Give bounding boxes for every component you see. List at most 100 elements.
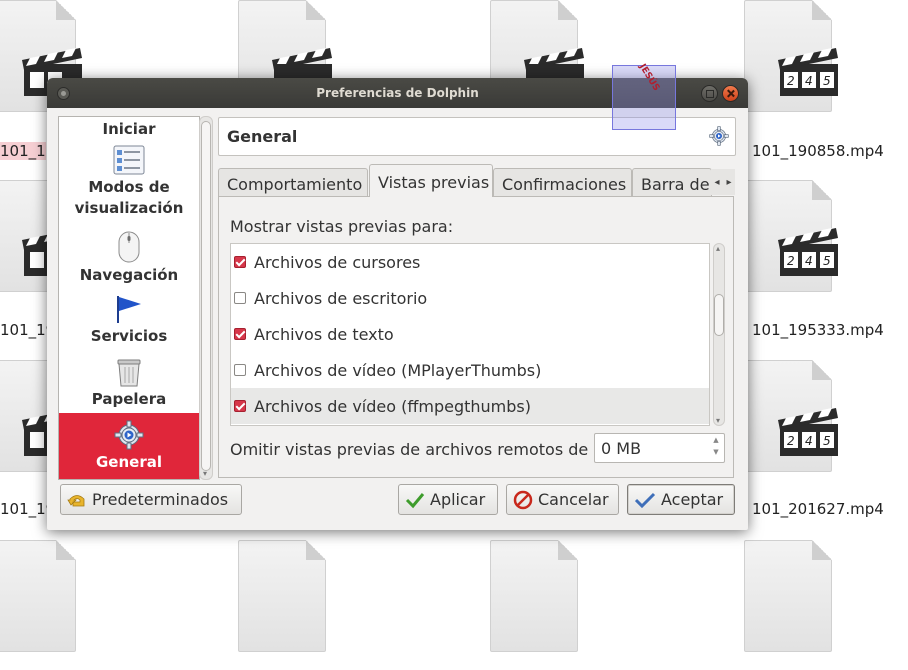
gear-icon <box>114 420 144 450</box>
sidebar-item-label: Servicios <box>90 327 168 345</box>
svg-text:2: 2 <box>787 74 795 88</box>
list-item-label: Archivos de vídeo (MPlayerThumbs) <box>254 360 542 380</box>
svg-text:5: 5 <box>823 254 831 268</box>
scrollbar-thumb[interactable] <box>714 294 724 336</box>
list-item-label: Archivos de escritorio <box>254 288 428 308</box>
tab-scroll-right-icon[interactable]: ▸ <box>726 177 731 188</box>
gear-icon <box>709 126 729 146</box>
checkbox-checked[interactable] <box>234 400 246 412</box>
video-file-icon[interactable]: 2 4 5 <box>744 360 852 490</box>
view-modes-icon <box>113 145 145 175</box>
list-item[interactable]: Archivos de texto <box>231 316 709 352</box>
video-file-icon[interactable] <box>744 540 852 670</box>
mouse-icon <box>118 231 140 263</box>
page-title: General <box>227 127 298 146</box>
list-item[interactable]: Archivos de vídeo (ffmpegthumbs) <box>231 388 709 424</box>
tab-label: Vistas previas <box>378 173 490 192</box>
undo-icon <box>67 494 85 506</box>
list-item-label: Archivos de vídeo (ffmpegthumbs) <box>254 396 531 416</box>
tab-scroll-buttons: ◂ ▸ <box>711 169 735 195</box>
ok-button[interactable]: Aceptar <box>627 484 735 515</box>
sidebar-item-label: General <box>96 453 162 471</box>
tab-label: Confirmaciones <box>502 175 627 194</box>
previews-section-label: Mostrar vistas previas para: <box>230 217 454 236</box>
clapperboard-icon: 2 4 5 <box>778 408 838 456</box>
checkbox-checked[interactable] <box>234 256 246 268</box>
watermark-stamp: JESÚS <box>612 62 676 130</box>
scrollbar-thumb[interactable] <box>201 121 211 471</box>
defaults-button[interactable]: Predeterminados <box>60 484 242 515</box>
checkbox-checked[interactable] <box>234 328 246 340</box>
svg-text:2: 2 <box>787 434 795 448</box>
sidebar-item-iniciar[interactable]: Iniciar <box>59 119 199 140</box>
video-file-icon[interactable]: 2 4 5 <box>744 180 852 310</box>
video-file-icon[interactable]: 2 4 5 <box>744 0 852 130</box>
clapperboard-icon: 2 4 5 <box>778 228 838 276</box>
remote-size-input[interactable] <box>595 434 705 462</box>
list-scrollbar[interactable]: ▴ ▾ <box>713 243 725 426</box>
flag-icon <box>117 296 141 323</box>
spin-up-icon[interactable]: ▲ <box>711 436 721 448</box>
sidebar-item-navegacion[interactable]: Navegación <box>59 231 199 286</box>
sidebar-item-label: Navegación <box>79 266 179 284</box>
scroll-down-icon[interactable]: ▾ <box>716 416 720 425</box>
sidebar-scrollbar[interactable]: ▴ ▾ <box>199 116 213 480</box>
preview-plugin-list: Archivos de cursores Archivos de escrito… <box>230 243 710 426</box>
button-label: Predeterminados <box>92 490 229 509</box>
file-name-label[interactable]: 101_1 <box>0 142 46 160</box>
list-item-label: Archivos de texto <box>254 324 394 344</box>
checkbox-unchecked[interactable] <box>234 292 246 304</box>
sidebar-item-general[interactable]: General <box>59 413 199 479</box>
checkmark-icon <box>634 492 656 508</box>
window-title: Preferencias de Dolphin <box>316 86 479 100</box>
svg-text:5: 5 <box>823 434 831 448</box>
list-item[interactable]: Archivos de vídeo (MPlayerThumbs) <box>231 352 709 388</box>
sidebar-item-papelera[interactable]: Papelera <box>59 357 199 410</box>
video-file-icon[interactable] <box>490 540 598 670</box>
video-file-icon[interactable] <box>238 540 346 670</box>
tab-scroll-left-icon[interactable]: ◂ <box>714 177 719 188</box>
sidebar-item-label: Iniciar <box>102 120 156 138</box>
remote-size-spinbox[interactable]: ▲ ▼ <box>594 433 725 463</box>
preferences-dialog: Preferencias de Dolphin Iniciar Modos de… <box>47 78 748 530</box>
cancel-icon <box>513 490 533 509</box>
scroll-up-icon[interactable]: ▴ <box>716 244 720 253</box>
tab-confirmaciones[interactable]: Confirmaciones <box>493 168 632 196</box>
button-label: Aceptar <box>661 490 724 509</box>
list-item[interactable]: Archivos de cursores <box>231 244 709 280</box>
checkmark-icon <box>405 492 425 508</box>
svg-text:4: 4 <box>805 434 813 448</box>
video-file-icon[interactable] <box>0 540 96 670</box>
tab-label: Barra de <box>641 175 710 194</box>
close-button[interactable] <box>722 85 739 102</box>
settings-sidebar: Iniciar Modos de visualización Navegació… <box>58 116 200 480</box>
file-name-label[interactable]: 101_201627.mp4 <box>752 500 884 518</box>
tab-barra-de[interactable]: Barra de <box>632 168 712 196</box>
list-item[interactable]: Archivos de escritorio <box>231 280 709 316</box>
checkbox-unchecked[interactable] <box>234 364 246 376</box>
apply-button[interactable]: Aplicar <box>398 484 498 515</box>
clapperboard-icon: 2 4 5 <box>778 48 838 96</box>
svg-text:4: 4 <box>805 74 813 88</box>
sidebar-item-label: Papelera <box>91 390 167 408</box>
svg-text:2: 2 <box>787 254 795 268</box>
cancel-button[interactable]: Cancelar <box>506 484 619 515</box>
trash-icon <box>117 359 141 387</box>
button-label: Cancelar <box>538 490 609 509</box>
sidebar-item-servicios[interactable]: Servicios <box>59 294 199 347</box>
restore-button[interactable] <box>701 85 718 102</box>
scroll-down-icon[interactable]: ▾ <box>203 469 207 478</box>
tab-comportamiento[interactable]: Comportamiento <box>218 168 368 196</box>
spin-down-icon[interactable]: ▼ <box>711 448 721 460</box>
file-name-label[interactable]: 101_190858.mp4 <box>752 142 884 160</box>
tab-bar: Comportamiento Vistas previas Confirmaci… <box>218 164 735 197</box>
remote-files-label: Omitir vistas previas de archivos remoto… <box>230 440 589 459</box>
file-name-label[interactable]: 101_195333.mp4 <box>752 321 884 339</box>
tab-label: Comportamiento <box>227 175 363 194</box>
svg-text:5: 5 <box>823 74 831 88</box>
list-item-label: Archivos de cursores <box>254 252 421 272</box>
sidebar-item-modos[interactable]: Modos de visualización <box>59 145 199 219</box>
tab-vistas-previas[interactable]: Vistas previas <box>369 164 493 197</box>
watermark-text: JESÚS <box>636 62 662 93</box>
window-menu-icon[interactable] <box>57 87 70 100</box>
